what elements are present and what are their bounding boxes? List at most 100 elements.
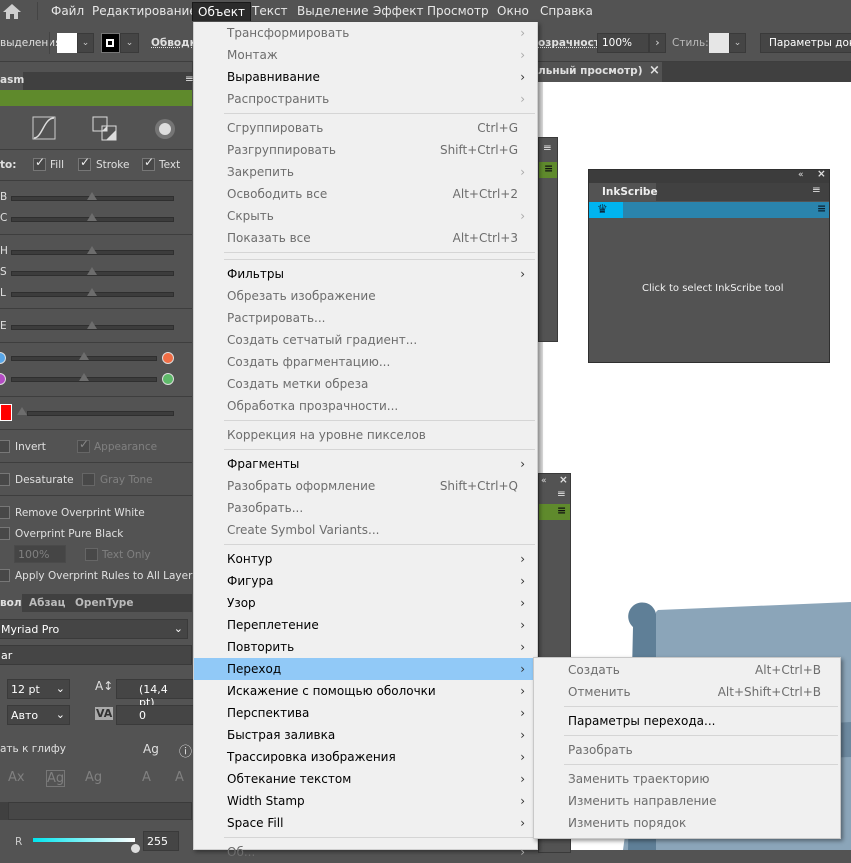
menu-item[interactable]: Изменить направление	[534, 790, 840, 812]
close-icon[interactable]: ×	[817, 168, 826, 180]
blue-orange-slider-handle[interactable]	[79, 352, 89, 360]
r-slider-handle[interactable]	[131, 844, 140, 853]
menu-item[interactable]: Разобрать	[534, 739, 840, 761]
stroke-swatch[interactable]	[101, 33, 120, 53]
style-dropdown-chevron-icon[interactable]: ⌄	[729, 33, 746, 53]
menu-item[interactable]: Фрагменты ›	[194, 453, 537, 475]
menu-item[interactable]: Узор ›	[194, 592, 537, 614]
menu-item[interactable]: Быстрая заливка ›	[194, 724, 537, 746]
kerning-input[interactable]: Авто ⌄	[7, 705, 70, 725]
glyph-icon[interactable]: Ag	[143, 742, 159, 756]
font-family-select[interactable]: Myriad Pro ⌄	[0, 619, 188, 639]
slider-handle[interactable]	[87, 246, 97, 254]
menu-8[interactable]: Справка	[535, 2, 598, 21]
menu-item[interactable]: Растрировать...	[194, 307, 537, 329]
font-style-select[interactable]: ar	[0, 645, 192, 665]
panel-tab[interactable]: asm	[0, 74, 24, 86]
menu-item[interactable]: Трассировка изображения ›	[194, 746, 537, 768]
menu-item[interactable]: Разобрать оформление Shift+Ctrl+Q	[194, 475, 537, 497]
banner-menu-icon[interactable]: ≡	[817, 202, 826, 215]
slider-handle[interactable]	[87, 288, 97, 296]
tab-paragraph[interactable]: Абзац	[29, 597, 65, 609]
stroke-checkbox[interactable]: ✓	[78, 155, 91, 171]
inkscribe-tab[interactable]: InkScribe	[602, 186, 658, 198]
menu-item[interactable]: Повторить ›	[194, 636, 537, 658]
menu-6[interactable]: Просмотр	[422, 2, 494, 21]
font-size-input[interactable]: 12 pt ⌄	[7, 679, 70, 699]
panel-menu-icon[interactable]: ≡	[557, 488, 566, 500]
leading-input[interactable]: (14,4 pt)	[116, 679, 196, 709]
menu-7[interactable]: Окно	[492, 2, 534, 21]
anchor-point-icon[interactable]: A	[175, 770, 184, 785]
menu-item[interactable]: Монтаж ›	[194, 44, 537, 66]
document-settings-button[interactable]: Параметры докум	[760, 33, 851, 53]
menu-item[interactable]: Выравнивание ›	[194, 66, 537, 88]
menu-item[interactable]: Параметры перехода...	[534, 710, 840, 732]
invert-checkbox[interactable]	[0, 440, 10, 453]
menu-item[interactable]: Create Symbol Variants...	[194, 519, 537, 541]
fill-checkbox[interactable]: ✓	[33, 155, 46, 171]
menu-item[interactable]: Сгруппировать Ctrl+G	[194, 117, 537, 139]
menu-item[interactable]: Заменить траекторию	[534, 768, 840, 790]
purple-green-slider-handle[interactable]	[79, 373, 89, 381]
menu-item[interactable]: Разгруппировать Shift+Ctrl+G	[194, 139, 537, 161]
angular-guide-icon[interactable]: A	[142, 770, 151, 785]
panel-menu-icon[interactable]: ≡	[812, 184, 821, 196]
menu-item[interactable]: Обработка прозрачности...	[194, 395, 537, 417]
menu-1[interactable]: Редактирование	[87, 2, 202, 21]
style-swatch[interactable]	[709, 33, 729, 53]
document-tab-close-icon[interactable]: ×	[649, 63, 660, 78]
menu-item[interactable]: Отменить Alt+Shift+Ctrl+B	[534, 681, 840, 703]
menu-item[interactable]: Переход ›	[194, 658, 537, 680]
desaturate-checkbox[interactable]	[0, 473, 10, 486]
menu-item[interactable]: Закрепить ›	[194, 161, 537, 183]
menu-item[interactable]: Создать Alt+Ctrl+B	[534, 659, 840, 681]
text-checkbox[interactable]: ✓	[142, 155, 155, 171]
r-value-input[interactable]: 255	[143, 831, 179, 851]
fill-swatch[interactable]	[57, 33, 77, 53]
overprint-black-checkbox[interactable]	[0, 527, 10, 540]
em-box-snap-icon[interactable]: Ag	[46, 770, 66, 787]
gray-tone-checkbox[interactable]	[82, 473, 95, 486]
menu-item[interactable]: Скрыть ›	[194, 205, 537, 227]
menu-0[interactable]: Файл	[46, 2, 89, 21]
collapse-icon[interactable]: «	[798, 170, 804, 180]
menu-item[interactable]: Освободить все Alt+Ctrl+2	[194, 183, 537, 205]
opacity-arrow-icon[interactable]: ›	[649, 33, 666, 53]
apply-rules-checkbox[interactable]	[0, 569, 10, 582]
menu-2[interactable]: Объект	[192, 2, 251, 21]
r-slider[interactable]	[33, 838, 135, 842]
curves-icon[interactable]	[32, 116, 56, 140]
menu-item[interactable]: Обтекание текстом ›	[194, 768, 537, 790]
menu-item[interactable]: Искажение с помощью оболочки ›	[194, 680, 537, 702]
menu-item[interactable]: Переплетение ›	[194, 614, 537, 636]
color-slider-handle[interactable]	[17, 407, 27, 415]
document-tab-title[interactable]: льный просмотр)	[538, 65, 643, 77]
menu-item[interactable]: Создать фрагментацию...	[194, 351, 537, 373]
menu-item[interactable]: Перспектива ›	[194, 702, 537, 724]
baseline-snap-icon[interactable]: Ax	[8, 770, 25, 785]
menu-item[interactable]: Создать метки обреза	[194, 373, 537, 395]
slider-handle[interactable]	[87, 192, 97, 200]
info-icon[interactable]: ⓘ	[179, 741, 192, 760]
stroke-dropdown-chevron-icon[interactable]: ⌄	[120, 33, 139, 53]
close-icon[interactable]: ×	[559, 474, 568, 486]
glyph-bounds-snap-icon[interactable]: Ag	[85, 770, 102, 785]
tab-opentype[interactable]: OpenType	[75, 597, 133, 609]
menu-item[interactable]: Фигура ›	[194, 570, 537, 592]
percent-input[interactable]: 100%	[14, 545, 66, 563]
halftone-icon[interactable]	[152, 116, 178, 142]
menu-item[interactable]: Распространить ›	[194, 88, 537, 110]
slider-handle[interactable]	[87, 213, 97, 221]
menu-item[interactable]: Space Fill ›	[194, 812, 537, 834]
appearance-checkbox[interactable]: ✓	[77, 437, 90, 453]
panel-menu-icon[interactable]: ≡	[543, 142, 552, 154]
menu-item[interactable]: Трансформировать ›	[194, 22, 537, 44]
tracking-input[interactable]: 0	[116, 705, 196, 725]
menu-item[interactable]: Разобрать...	[194, 497, 537, 519]
menu-item[interactable]: Коррекция на уровне пикселов	[194, 424, 537, 446]
menu-5[interactable]: Эффект	[368, 2, 429, 21]
menu-item[interactable]: Об... ›	[194, 841, 537, 863]
menu-item[interactable]: Показать все Alt+Ctrl+3	[194, 227, 537, 249]
menu-4[interactable]: Выделение	[292, 2, 373, 21]
